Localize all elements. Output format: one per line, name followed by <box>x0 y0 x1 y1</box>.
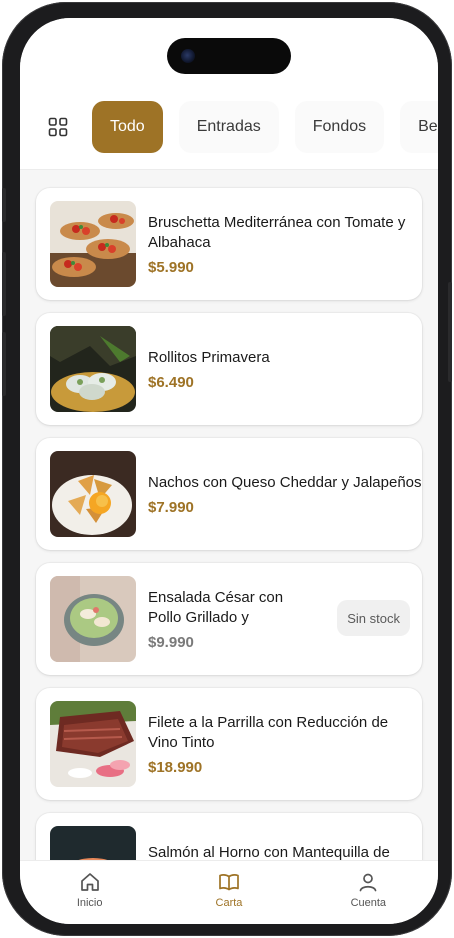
tab-inicio[interactable]: Inicio <box>20 861 159 924</box>
bottom-tab-bar: Inicio Carta Cuenta <box>20 860 438 924</box>
home-icon <box>80 873 99 891</box>
screen: Todo Entradas Fondos Bel <box>20 18 438 924</box>
product-price: $9.990 <box>148 633 194 651</box>
power-button <box>448 282 452 382</box>
tab-carta[interactable]: Carta <box>159 861 298 924</box>
product-info: Ensalada César con Pollo Grillado y $9.9… <box>148 563 318 675</box>
product-image-filete <box>50 701 136 787</box>
product-price: $18.990 <box>148 758 203 776</box>
action-button <box>2 188 6 222</box>
product-name: Ensalada César con Pollo Grillado y <box>148 588 284 626</box>
phone-frame: Todo Entradas Fondos Bel <box>2 2 452 936</box>
product-info: Filete a la Parrilla con Reducción de Vi… <box>148 688 422 800</box>
category-chip-entradas[interactable]: Entradas <box>178 101 279 153</box>
product-list[interactable]: Bruschetta Mediterránea con Tomate y Alb… <box>20 170 438 860</box>
category-chip-fondos[interactable]: Fondos <box>294 101 385 153</box>
product-card[interactable]: Rollitos Primavera $6.490 <box>36 313 422 425</box>
product-card[interactable]: Ensalada César con Pollo Grillado y $9.9… <box>36 563 422 675</box>
category-chip-bebidas[interactable]: Bel <box>400 101 438 153</box>
product-info: Salmón al Horno con Mantequilla de Limón… <box>148 813 422 860</box>
product-image-bruschetta <box>50 201 136 287</box>
product-image-ensalada <box>50 576 136 662</box>
product-card[interactable]: Bruschetta Mediterránea con Tomate y Alb… <box>36 188 422 300</box>
product-image-rollitos <box>50 326 136 412</box>
tab-label: Cuenta <box>350 897 387 909</box>
camera-icon <box>181 49 195 63</box>
user-icon <box>359 873 377 892</box>
product-name: Nachos con Queso Cheddar y Jalapeños <box>148 473 422 491</box>
tab-label: Inicio <box>76 897 103 909</box>
dynamic-island <box>167 38 291 74</box>
product-price: $7.990 <box>148 498 194 516</box>
product-info: Rollitos Primavera $6.490 <box>148 313 270 425</box>
product-name: Salmón al Horno con Mantequilla de Limón… <box>148 844 390 860</box>
book-icon <box>219 873 239 891</box>
tab-label: Carta <box>215 897 243 909</box>
product-card[interactable]: Nachos con Queso Cheddar y Jalapeños $7.… <box>36 438 422 550</box>
product-name: Filete a la Parrilla con Reducción de Vi… <box>148 713 389 751</box>
category-tabs: Todo Entradas Fondos Bel <box>20 100 438 154</box>
product-name: Rollitos Primavera <box>148 348 270 366</box>
product-card[interactable]: Filete a la Parrilla con Reducción de Vi… <box>36 688 422 800</box>
product-card[interactable]: Salmón al Horno con Mantequilla de Limón… <box>36 813 422 860</box>
tab-cuenta[interactable]: Cuenta <box>299 861 438 924</box>
product-price: $6.490 <box>148 373 194 391</box>
product-price: $5.990 <box>148 258 194 276</box>
product-name: Bruschetta Mediterránea con Tomate y Alb… <box>148 213 406 251</box>
grid-icon[interactable] <box>40 109 76 145</box>
product-image-nachos <box>50 451 136 537</box>
product-info: Bruschetta Mediterránea con Tomate y Alb… <box>148 188 422 300</box>
category-chip-todo[interactable]: Todo <box>92 101 163 153</box>
volume-down-button <box>2 332 6 396</box>
product-image-salmon <box>50 826 136 860</box>
volume-up-button <box>2 252 6 316</box>
out-of-stock-badge: Sin stock <box>337 600 410 636</box>
product-info: Nachos con Queso Cheddar y Jalapeños $7.… <box>148 438 422 550</box>
